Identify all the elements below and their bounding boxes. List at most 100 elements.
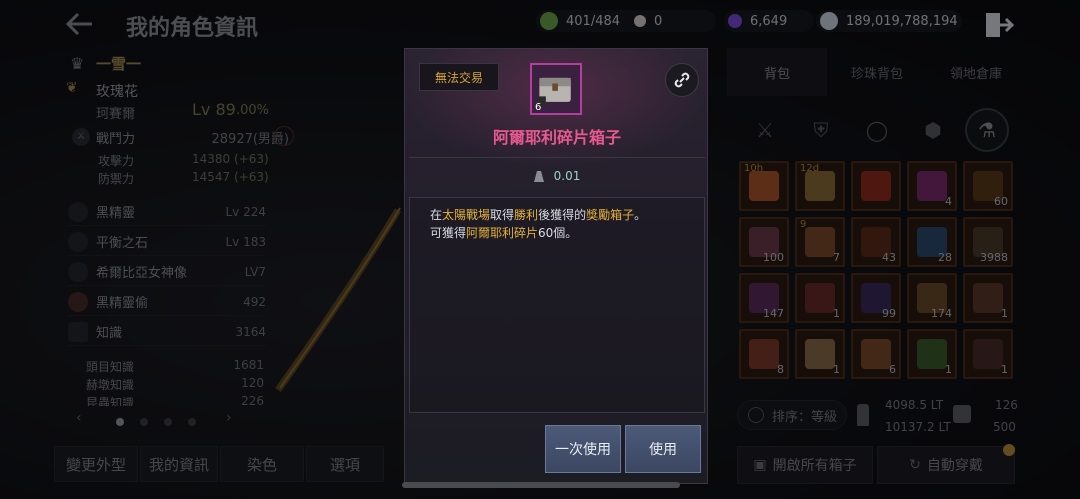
exit-icon[interactable] (984, 10, 1014, 40)
item-art (917, 171, 947, 201)
inventory-panel: 背包 珍珠背包 領地倉庫 ⚔ ⛨ ◯ ⬢ ⚗ 10h 12d 4 60 100 9 7 43 2… (727, 48, 1025, 494)
my-info-button[interactable]: 我的資訊 (140, 446, 218, 482)
desc-text: 可獲得 (430, 226, 467, 240)
item-art (861, 339, 891, 369)
inventory-slot[interactable]: 1 (795, 329, 845, 379)
swords-icon[interactable]: ⚔ (743, 108, 787, 152)
inventory-slot[interactable]: 8 (739, 329, 789, 379)
dye-button[interactable]: 染色 (220, 446, 304, 482)
top-bar: 我的角色資訊 401/484 0 6,649 189,019,788,194 (0, 0, 1080, 46)
rage-icon (68, 291, 88, 312)
refresh-icon: ↻ (909, 457, 921, 473)
defense-row: 防禦力 14547 (+63) (98, 170, 298, 187)
slot-count: 4 (945, 195, 952, 208)
combat-power-icon: ⚔ (72, 128, 90, 146)
inventory-slot[interactable]: 174 (907, 273, 957, 323)
open-all-label: 開啟所有箱子 (772, 458, 857, 474)
slot-count: 43 (882, 251, 896, 264)
desc-highlight: 阿爾耶利碎片 (466, 226, 539, 240)
ring-icon[interactable]: ◯ (855, 108, 899, 152)
inventory-slot[interactable]: 60 (963, 161, 1013, 211)
tab-inventory[interactable]: 背包 (727, 48, 827, 96)
options-button[interactable]: 選項 (306, 446, 384, 482)
weight-max: 10137.2 LT (885, 420, 951, 434)
black-spirit-row[interactable]: 黑精靈 Lv 224 (68, 198, 266, 226)
tab-storage[interactable]: 領地倉庫 (927, 48, 1025, 96)
balance-stone-icon (68, 231, 88, 252)
inventory-slot[interactable]: 97 (795, 217, 845, 267)
armor-icon[interactable]: ⛨ (799, 108, 843, 152)
pager-next-button[interactable]: › (226, 410, 232, 426)
row-label: 希爾比亞女神像 (96, 266, 188, 281)
sort-button[interactable]: 排序：等級 (737, 400, 847, 430)
energy-value: 401/484 (566, 13, 621, 29)
knowledge-icon (68, 321, 88, 342)
gem-icon[interactable]: ⬢ (911, 108, 955, 152)
change-appearance-button[interactable]: 變更外型 (54, 446, 138, 482)
inventory-slot[interactable]: 1 (907, 329, 957, 379)
defense-value: 14547 (192, 170, 231, 184)
desc-text: 。 (634, 208, 647, 222)
link-icon (674, 72, 690, 88)
pager-prev-button[interactable]: ‹ (76, 410, 82, 426)
attack-row: 攻擊力 14380 (+63) (98, 152, 298, 169)
inventory-slot[interactable]: 147 (739, 273, 789, 323)
slot-count: 8 (777, 363, 784, 376)
rank-icon[interactable] (274, 126, 294, 146)
inventory-slot[interactable]: 100 (739, 217, 789, 267)
slot-count: 1 (833, 363, 840, 376)
pager-dot[interactable] (116, 418, 124, 426)
inventory-slot[interactable]: 28 (907, 217, 957, 267)
potion-icon[interactable]: ⚗ (965, 108, 1009, 152)
open-all-boxes-button[interactable]: ▣ 開啟所有箱子 (737, 446, 873, 484)
item-description: 在太陽戰場取得勝利後獲得的獎勵箱子。 可獲得阿爾耶利碎片60個。 (409, 197, 705, 413)
pager-dot[interactable] (164, 418, 172, 426)
page-title: 我的角色資訊 (126, 16, 259, 41)
inventory-slot[interactable]: 1 (963, 329, 1013, 379)
item-art (917, 339, 947, 369)
item-icon: 6 (530, 63, 582, 115)
knowledge-row[interactable]: 知識 3164 (68, 318, 266, 346)
item-weight-row: 0.01 (405, 169, 709, 183)
tab-pearl-inventory[interactable]: 珍珠背包 (827, 48, 927, 96)
goddess-statue-row[interactable]: 希爾比亞女神像 LV7 (68, 258, 266, 286)
desc-highlight: 獎勵箱子 (586, 208, 635, 222)
slot-tag: 12d (800, 163, 820, 174)
inventory-slot[interactable]: 12d (795, 161, 845, 211)
pearl-value: 0 (654, 13, 663, 29)
inventory-slot[interactable]: 99 (851, 273, 901, 323)
back-arrow-icon[interactable] (62, 9, 98, 39)
inventory-slot[interactable]: 4 (907, 161, 957, 211)
auto-equip-button[interactable]: ↻ 自動穿戴 (877, 446, 1015, 484)
balance-stone-row[interactable]: 平衡之石 Lv 183 (68, 228, 266, 256)
inventory-slot[interactable] (851, 161, 901, 211)
pager-dot[interactable] (140, 418, 148, 426)
desc-text: 取得 (490, 208, 515, 222)
silver-icon (820, 12, 838, 30)
use-button[interactable]: 使用 (625, 425, 701, 473)
inventory-slot[interactable]: 1 (963, 273, 1013, 323)
slots-icon (953, 405, 971, 423)
notification-dot (1003, 444, 1015, 456)
sort-label: 排序：等級 (772, 409, 838, 425)
horizontal-scrollbar[interactable] (402, 482, 680, 488)
link-button[interactable] (665, 63, 699, 97)
black-spirit-rage-row[interactable]: 黑精靈偷 492 (68, 288, 266, 316)
inventory-slot[interactable]: 10h (739, 161, 789, 211)
slot-count: 147 (763, 307, 784, 320)
inventory-slot[interactable]: 43 (851, 217, 901, 267)
slot-count: 60 (994, 195, 1008, 208)
pager-dot[interactable] (188, 418, 196, 426)
inventory-slot[interactable]: 1 (795, 273, 845, 323)
statue-icon (68, 261, 88, 282)
defense-bonus: (+63) (234, 170, 269, 184)
inventory-slot[interactable]: 3988 (963, 217, 1013, 267)
family-name: 一雪一 (96, 55, 142, 73)
item-art (861, 171, 891, 201)
slot-count: 28 (938, 251, 952, 264)
use-once-button[interactable]: 一次使用 (545, 425, 621, 473)
pearl-counter: 0 (630, 10, 716, 32)
inventory-slot[interactable]: 6 (851, 329, 901, 379)
item-art (805, 227, 835, 257)
attack-bonus: (+63) (234, 152, 269, 166)
